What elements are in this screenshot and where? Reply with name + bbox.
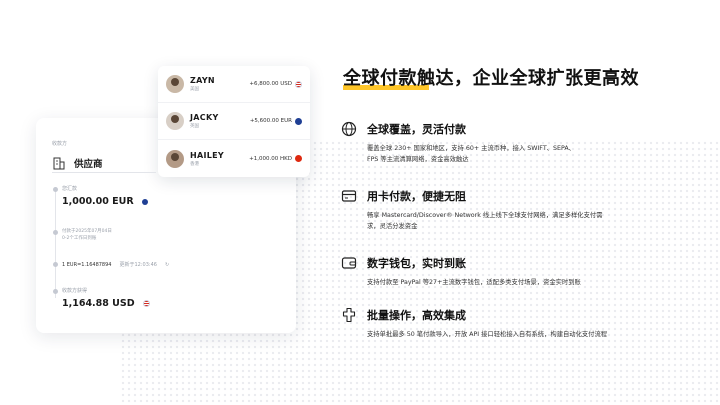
rate-update-time: 更新于12:03:46 bbox=[119, 262, 157, 268]
feature-desc: 覆盖全球 230+ 国家和地区，支持 60+ 主流币种，接入 SWIFT、SEP… bbox=[367, 145, 575, 152]
feature-desc: 畅享 Mastercard/Discover® Network 线上线下全球支付… bbox=[367, 212, 603, 219]
recipient-name: JACKY bbox=[190, 113, 219, 122]
supplier-name: 供应商 bbox=[74, 159, 103, 170]
recipient-row[interactable]: JACKY 英国 +5,600.00 EUR bbox=[158, 103, 310, 140]
eu-flag-icon bbox=[295, 117, 302, 125]
feature-title: 数字钱包，实时到账 bbox=[367, 257, 466, 270]
avatar bbox=[166, 75, 184, 93]
timeline-dot bbox=[53, 230, 58, 235]
timeline-dot bbox=[53, 289, 58, 294]
recipient-row[interactable]: HAILEY 香港 +1,000.00 HKD bbox=[158, 140, 310, 177]
globe-icon bbox=[341, 121, 357, 137]
feature-desc: 支持付款至 PayPal 等27+主流数字钱包，适配多类支付场景，资金实时到账 bbox=[367, 279, 581, 286]
recipient-amount: +1,000.00 HKD bbox=[249, 155, 292, 162]
integration-icon bbox=[342, 307, 356, 323]
avatar bbox=[166, 112, 184, 130]
recipient-list: ZAYN 美国 +6,800.00 USD JACKY 英国 +5,600.00… bbox=[158, 66, 310, 177]
send-amount: 1,000.00 EUR bbox=[62, 196, 134, 207]
feature-card-payment: 用卡付款，便捷无阻 畅享 Mastercard/Discover® Networ… bbox=[341, 188, 701, 232]
feature-title: 全球覆盖，灵活付款 bbox=[367, 123, 466, 136]
recipient-region: 美国 bbox=[190, 87, 199, 92]
building-icon bbox=[53, 157, 65, 170]
avatar bbox=[166, 149, 184, 168]
timeline-dot bbox=[53, 262, 58, 267]
feature-desc: 支持单批最多 50 笔付款导入，开放 API 接口轻松接入自有系统，构建自动化支… bbox=[367, 331, 608, 338]
recipient-region: 香港 bbox=[190, 161, 199, 167]
arrival-note: 付款于2025年07月04日 bbox=[62, 229, 112, 234]
arrival-block: 付款于2025年07月04日 0-2个工作日到账 bbox=[62, 228, 112, 242]
recipient-amount: +5,600.00 EUR bbox=[249, 118, 292, 124]
payee-section: 收款方 供应商 bbox=[52, 140, 103, 170]
divider bbox=[52, 172, 156, 173]
receive-label: 收款方获得 bbox=[62, 288, 88, 294]
recipient-row[interactable]: ZAYN 美国 +6,800.00 USD bbox=[158, 66, 310, 103]
feature-desc: FPS 等主流清算网络，资金高效触达 bbox=[367, 156, 469, 163]
refresh-icon[interactable]: ↻ bbox=[165, 262, 169, 268]
recipient-name: ZAYN bbox=[190, 76, 215, 85]
recipient-region: 英国 bbox=[190, 124, 199, 129]
payer-label: 收款方 bbox=[52, 141, 68, 147]
feature-batch-integration: 批量操作，高效集成 支持单批最多 50 笔付款导入，开放 API 接口轻松接入自… bbox=[341, 307, 701, 340]
recipient-name: HAILEY bbox=[190, 150, 225, 160]
feature-desc: 求，灵活分发资金 bbox=[367, 223, 418, 230]
rate-block: 1 EUR=1.16487894 更新于12:03:46 ↻ bbox=[62, 261, 169, 269]
timeline-line bbox=[55, 188, 56, 298]
exchange-rate: 1 EUR=1.16487894 bbox=[62, 261, 112, 268]
us-flag-icon bbox=[295, 80, 302, 88]
page-title: 全球付款触达，企业全球扩张更高效 bbox=[343, 68, 639, 89]
send-block: 您汇款 1,000.00 EUR bbox=[62, 185, 148, 207]
feature-title: 批量操作，高效集成 bbox=[367, 309, 466, 322]
feature-global-coverage: 全球覆盖，灵活付款 覆盖全球 230+ 国家和地区，支持 60+ 主流币种，接入… bbox=[341, 121, 701, 165]
card-icon bbox=[341, 190, 357, 202]
arrival-sub: 0-2个工作日到账 bbox=[62, 236, 97, 241]
receive-block: 收款方获得 1,164.88 USD bbox=[62, 287, 150, 309]
recipient-amount: +6,800.00 USD bbox=[249, 81, 292, 87]
send-label: 您汇款 bbox=[62, 186, 78, 192]
timeline-dot bbox=[53, 187, 58, 192]
feature-digital-wallet: 数字钱包，实时到账 支持付款至 PayPal 等27+主流数字钱包，适配多类支付… bbox=[341, 255, 701, 288]
eu-flag-icon bbox=[141, 198, 148, 205]
us-flag-icon bbox=[142, 300, 150, 307]
wallet-icon bbox=[341, 257, 357, 269]
feature-title: 用卡付款，便捷无阻 bbox=[367, 190, 466, 203]
receive-amount: 1,164.88 USD bbox=[62, 298, 135, 309]
hk-flag-icon bbox=[295, 155, 302, 162]
